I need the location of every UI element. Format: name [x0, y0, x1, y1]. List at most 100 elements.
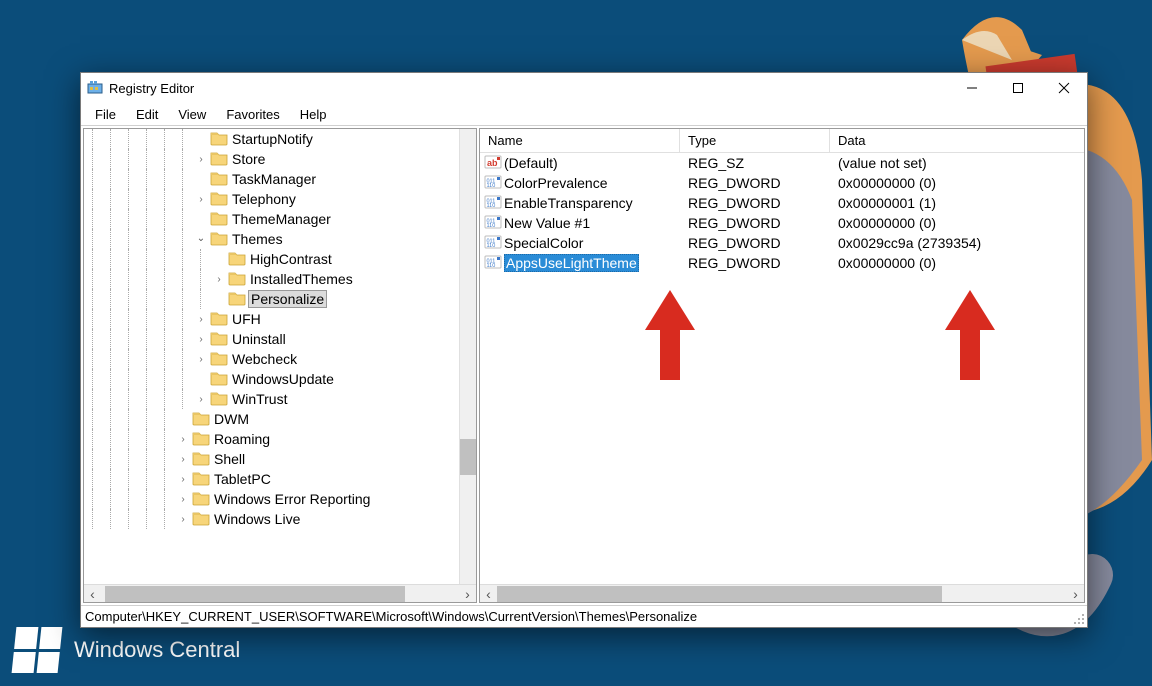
chevron-right-icon[interactable]: ›: [174, 514, 192, 525]
watermark: Windows Central: [14, 627, 240, 673]
tree-item[interactable]: ›Telephony: [84, 189, 476, 209]
tree-item[interactable]: ⌄Themes: [84, 229, 476, 249]
tree-item[interactable]: ›HighContrast: [84, 249, 476, 269]
chevron-right-icon[interactable]: ›: [192, 314, 210, 325]
value-name: SpecialColor: [504, 235, 583, 251]
scroll-left-icon[interactable]: ‹: [84, 585, 101, 602]
tree-item[interactable]: ›WindowsUpdate: [84, 369, 476, 389]
tree-item[interactable]: ›Personalize: [84, 289, 476, 309]
menu-favorites[interactable]: Favorites: [218, 105, 287, 124]
chevron-right-icon[interactable]: ›: [192, 334, 210, 345]
value-row[interactable]: ab(Default)REG_SZ(value not set): [480, 153, 1084, 173]
chevron-right-icon[interactable]: ›: [192, 154, 210, 165]
tree-item[interactable]: ›DWM: [84, 409, 476, 429]
chevron-right-icon[interactable]: ›: [174, 474, 192, 485]
value-row[interactable]: 011110New Value #1REG_DWORD0x00000000 (0…: [480, 213, 1084, 233]
values-horizontal-scrollbar[interactable]: ‹ ›: [480, 584, 1084, 602]
tree-item[interactable]: › Webcheck: [84, 349, 476, 369]
tree-item[interactable]: › Windows Live: [84, 509, 476, 529]
value-row[interactable]: 011110SpecialColorREG_DWORD0x0029cc9a (2…: [480, 233, 1084, 253]
tree-item-label: Webcheck: [230, 351, 299, 367]
size-grip-icon[interactable]: [1071, 611, 1085, 625]
folder-icon: [192, 490, 212, 509]
chevron-right-icon[interactable]: ›: [192, 394, 210, 405]
tree-item[interactable]: ›WinTrust: [84, 389, 476, 409]
tree-item-label: TaskManager: [230, 171, 318, 187]
reg-dword-icon: 011110: [484, 214, 504, 233]
value-type: REG_SZ: [680, 155, 830, 171]
value-name: ColorPrevalence: [504, 175, 608, 191]
chevron-right-icon[interactable]: ›: [174, 494, 192, 505]
watermark-text: Windows Central: [74, 637, 240, 663]
chevron-down-icon[interactable]: ⌄: [192, 233, 210, 244]
menu-edit[interactable]: Edit: [128, 105, 166, 124]
tree-item[interactable]: ›StartupNotify: [84, 129, 476, 149]
menu-help[interactable]: Help: [292, 105, 335, 124]
value-type: REG_DWORD: [680, 255, 830, 271]
tree-vertical-scrollbar[interactable]: [459, 129, 476, 584]
chevron-right-icon[interactable]: ›: [174, 454, 192, 465]
folder-icon: [210, 310, 230, 329]
values-pane[interactable]: Name Type Data ab(Default)REG_SZ(value n…: [479, 128, 1085, 603]
menu-view[interactable]: View: [170, 105, 214, 124]
statusbar: Computer\HKEY_CURRENT_USER\SOFTWARE\Micr…: [81, 605, 1087, 627]
column-header-name[interactable]: Name: [480, 129, 680, 153]
chevron-right-icon[interactable]: ›: [192, 354, 210, 365]
app-icon: [87, 79, 103, 98]
titlebar[interactable]: Registry Editor: [81, 73, 1087, 103]
tree-item-label: Shell: [212, 451, 247, 467]
value-name: EnableTransparency: [504, 195, 633, 211]
tree-item-label: Windows Live: [212, 511, 302, 527]
tree-horizontal-scrollbar[interactable]: ‹ ›: [84, 584, 476, 602]
folder-icon: [210, 350, 230, 369]
folder-icon: [192, 410, 212, 429]
values-column-header[interactable]: Name Type Data: [480, 129, 1084, 153]
folder-icon: [228, 270, 248, 289]
chevron-right-icon[interactable]: ›: [210, 274, 228, 285]
folder-icon: [228, 290, 248, 309]
tree-item-label: StartupNotify: [230, 131, 315, 147]
tree-item[interactable]: › UFH: [84, 309, 476, 329]
tree-pane[interactable]: ›StartupNotify›Store›TaskManager›Telepho…: [83, 128, 477, 603]
maximize-button[interactable]: [995, 74, 1041, 103]
folder-icon: [192, 510, 212, 529]
tree-item-label: UFH: [230, 311, 263, 327]
tree-item-label: Windows Error Reporting: [212, 491, 372, 507]
tree-item[interactable]: ›TaskManager: [84, 169, 476, 189]
tree-item-label: ThemeManager: [230, 211, 333, 227]
tree-item[interactable]: › TabletPC: [84, 469, 476, 489]
chevron-right-icon[interactable]: ›: [192, 194, 210, 205]
tree-item[interactable]: ›InstalledThemes: [84, 269, 476, 289]
chevron-right-icon[interactable]: ›: [174, 434, 192, 445]
close-button[interactable]: [1041, 74, 1087, 103]
value-row[interactable]: 011110EnableTransparencyREG_DWORD0x00000…: [480, 193, 1084, 213]
scroll-left-icon[interactable]: ‹: [480, 585, 497, 602]
tree-item[interactable]: ›ThemeManager: [84, 209, 476, 229]
folder-icon: [210, 150, 230, 169]
menu-file[interactable]: File: [87, 105, 124, 124]
folder-icon: [192, 430, 212, 449]
folder-icon: [210, 370, 230, 389]
folder-icon: [228, 250, 248, 269]
value-row[interactable]: 011110AppsUseLightThemeREG_DWORD0x000000…: [480, 253, 1084, 273]
svg-text:110: 110: [487, 203, 496, 209]
svg-text:110: 110: [487, 243, 496, 249]
tree-item-label: Store: [230, 151, 267, 167]
column-header-data[interactable]: Data: [830, 129, 1084, 153]
minimize-button[interactable]: [949, 74, 995, 103]
tree-item-label: TabletPC: [212, 471, 273, 487]
scroll-right-icon[interactable]: ›: [1067, 585, 1084, 602]
scroll-right-icon[interactable]: ›: [459, 585, 476, 602]
tree-item[interactable]: ›Uninstall: [84, 329, 476, 349]
value-data: 0x0029cc9a (2739354): [830, 235, 1084, 251]
tree-item[interactable]: › Shell: [84, 449, 476, 469]
svg-text:ab: ab: [487, 158, 498, 168]
folder-icon: [192, 470, 212, 489]
value-type: REG_DWORD: [680, 175, 830, 191]
tree-item[interactable]: › Store: [84, 149, 476, 169]
tree-item[interactable]: ›Roaming: [84, 429, 476, 449]
column-header-type[interactable]: Type: [680, 129, 830, 153]
value-data: 0x00000001 (1): [830, 195, 1084, 211]
value-row[interactable]: 011110ColorPrevalenceREG_DWORD0x00000000…: [480, 173, 1084, 193]
tree-item[interactable]: › Windows Error Reporting: [84, 489, 476, 509]
